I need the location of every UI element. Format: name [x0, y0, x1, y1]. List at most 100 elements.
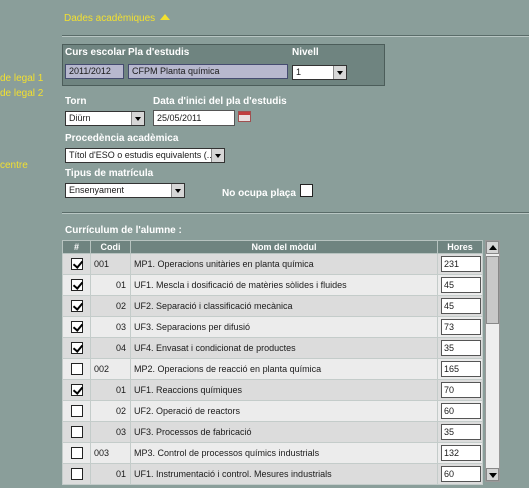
hours-input[interactable]: 132 [441, 445, 481, 461]
curriculum-table: # Codi Nom del mòdul Hores 001 MP1. Opera… [62, 240, 483, 485]
enrollment-label: Tipus de matrícula [65, 168, 154, 179]
section-title[interactable]: Dades acadèmiques [64, 13, 171, 24]
module-checkbox[interactable] [70, 258, 83, 270]
scroll-up-icon[interactable] [486, 241, 499, 254]
table-row: 01 UF1. Mescla i dosificació de matèries … [62, 274, 483, 296]
module-name: UF4. Envasat i condicionat de productes [130, 337, 438, 359]
enrollment-value: Ensenyament [69, 185, 125, 195]
calendar-icon[interactable] [238, 111, 251, 122]
row-check-cell [62, 421, 91, 443]
module-checkbox[interactable] [70, 447, 83, 459]
row-check-cell [62, 379, 91, 401]
table-row: 002 MP2. Operacions de reacció en planta … [62, 358, 483, 380]
origin-label: Procedència acadèmica [65, 133, 179, 144]
module-checkbox[interactable] [70, 405, 83, 417]
module-checkbox[interactable] [70, 468, 83, 480]
side-link-2[interactable]: de legal 2 [0, 88, 43, 99]
module-name: UF3. Separacions per difusió [130, 316, 438, 338]
hours-cell: 231 [437, 253, 483, 275]
module-name: MP1. Operacions unitàries en planta quím… [130, 253, 438, 275]
hours-input[interactable]: 45 [441, 298, 481, 314]
module-code: 03 [90, 316, 131, 338]
course-field: 2011/2012 [65, 64, 124, 79]
hours-header: Hores [437, 240, 483, 254]
row-check-cell [62, 274, 91, 296]
origin-select[interactable]: Títol d'ESO o estudis equivalents (... [65, 148, 225, 163]
hours-cell: 165 [437, 358, 483, 380]
level-dropdown-icon[interactable] [333, 66, 346, 79]
module-checkbox[interactable] [70, 342, 83, 354]
no-seat-label: No ocupa plaça [222, 188, 296, 199]
code-header: Codi [90, 240, 131, 254]
table-row: 03 UF3. Separacions per difusió 73 [62, 316, 483, 338]
scroll-thumb[interactable] [486, 256, 499, 324]
hours-input[interactable]: 60 [441, 466, 481, 482]
shift-label: Torn [65, 96, 87, 107]
module-checkbox[interactable] [70, 363, 83, 375]
course-label: Curs escolar [65, 47, 126, 58]
hours-input[interactable]: 60 [441, 403, 481, 419]
side-link-3[interactable]: centre [0, 160, 28, 171]
side-link-1[interactable]: de legal 1 [0, 73, 43, 84]
hours-input[interactable]: 165 [441, 361, 481, 377]
table-row: 02 UF2. Operació de reactors 60 [62, 400, 483, 422]
module-name: UF1. Instrumentació i control. Mesures i… [130, 463, 438, 485]
shift-dropdown-icon[interactable] [131, 112, 144, 125]
enrollment-dropdown-icon[interactable] [171, 184, 184, 197]
module-checkbox[interactable] [70, 321, 83, 333]
table-scrollbar[interactable] [485, 240, 500, 482]
enrollment-select[interactable]: Ensenyament [65, 183, 185, 198]
module-code: 02 [90, 400, 131, 422]
row-check-cell [62, 463, 91, 485]
module-name: UF3. Processos de fabricació [130, 421, 438, 443]
row-check-cell [62, 295, 91, 317]
no-seat-checkbox[interactable] [300, 184, 313, 197]
module-code: 003 [90, 442, 131, 464]
level-select[interactable]: 1 [292, 65, 347, 80]
module-name: UF1. Reaccions químiques [130, 379, 438, 401]
module-code: 002 [90, 358, 131, 380]
module-name: MP2. Operacions de reacció en planta quí… [130, 358, 438, 380]
hours-cell: 45 [437, 295, 483, 317]
module-checkbox[interactable] [70, 300, 83, 312]
table-row: 01 UF1. Reaccions químiques 70 [62, 379, 483, 401]
start-date-label: Data d'inici del pla d'estudis [153, 96, 287, 107]
row-check-cell [62, 337, 91, 359]
hours-input[interactable]: 231 [441, 256, 481, 272]
start-date-input[interactable]: 25/05/2011 [153, 110, 235, 126]
module-checkbox[interactable] [70, 426, 83, 438]
table-row: 01 UF1. Instrumentació i control. Mesures… [62, 463, 483, 485]
hours-cell: 60 [437, 400, 483, 422]
hours-cell: 35 [437, 421, 483, 443]
collapse-triangle-icon[interactable] [160, 14, 171, 20]
module-name-header: Nom del mòdul [130, 240, 438, 254]
module-checkbox[interactable] [70, 384, 83, 396]
module-name: UF2. Separació i classificació mecànica [130, 295, 438, 317]
hours-input[interactable]: 35 [441, 424, 481, 440]
shift-select[interactable]: Diürn [65, 111, 145, 126]
row-check-cell [62, 400, 91, 422]
plan-label: Pla d'estudis [128, 47, 190, 58]
module-name: UF2. Operació de reactors [130, 400, 438, 422]
hours-input[interactable]: 35 [441, 340, 481, 356]
section-title-text[interactable]: Dades acadèmiques [64, 13, 155, 24]
hours-input[interactable]: 45 [441, 277, 481, 293]
hours-cell: 60 [437, 463, 483, 485]
module-name: MP3. Control de processos químics indust… [130, 442, 438, 464]
level-label: Nivell [292, 47, 319, 58]
plan-field: CFPM Planta química [128, 64, 288, 79]
hours-cell: 73 [437, 316, 483, 338]
hours-input[interactable]: 73 [441, 319, 481, 335]
scroll-down-icon[interactable] [486, 468, 499, 481]
table-row: 03 UF3. Processos de fabricació 35 [62, 421, 483, 443]
curriculum-title: Currículum de l'alumne : [65, 225, 182, 236]
level-value: 1 [296, 67, 302, 77]
curriculum-divider [62, 212, 529, 214]
hours-cell: 45 [437, 274, 483, 296]
module-checkbox[interactable] [70, 279, 83, 291]
module-code: 03 [90, 421, 131, 443]
origin-dropdown-icon[interactable] [211, 149, 224, 162]
check-header: # [62, 240, 91, 254]
hours-input[interactable]: 70 [441, 382, 481, 398]
curriculum-table-wrap: # Codi Nom del mòdul Hores 001 MP1. Opera… [62, 240, 483, 485]
